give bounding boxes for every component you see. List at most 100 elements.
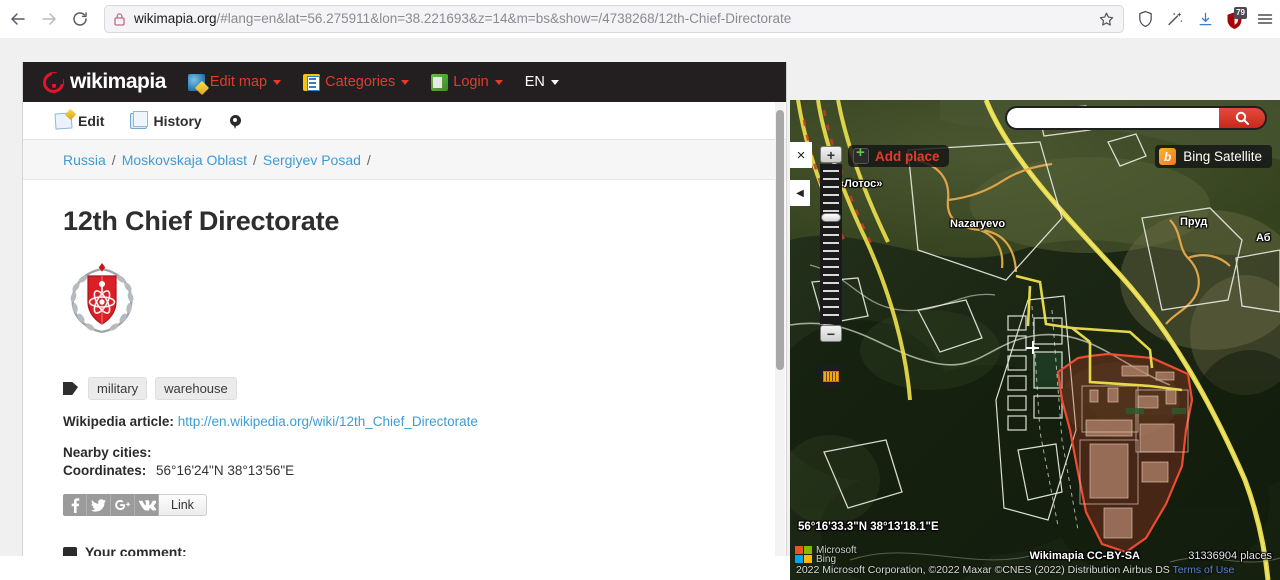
- browser-extension-icons: 79: [1130, 4, 1280, 34]
- breadcrumb-item-moskovskaja-oblast[interactable]: Moskovskaja Oblast: [122, 152, 247, 168]
- place-details: 12th Chief Directorate military warehous…: [23, 206, 786, 556]
- chevron-down-icon: [550, 79, 559, 85]
- breadcrumb: Russia / Moskovskaja Oblast / Sergiyev P…: [23, 140, 786, 180]
- chevron-down-icon: [494, 79, 503, 85]
- breadcrumb-item-russia[interactable]: Russia: [63, 152, 106, 168]
- chevron-down-icon: [273, 79, 282, 85]
- menu-icon[interactable]: [1250, 4, 1280, 34]
- back-button[interactable]: [6, 4, 31, 34]
- map-layer-label: Bing Satellite: [1183, 149, 1262, 164]
- site-header: wikimapia Edit map Categories Login EN: [23, 62, 786, 102]
- vk-share-button[interactable]: [135, 494, 159, 516]
- coordinates-value: 56°16'24"N 38°13'56"E: [156, 463, 295, 478]
- mouse-coordinates: 56°16'33.3"N 38°13'18.1"E: [798, 521, 939, 533]
- menu-categories-label: Categories: [325, 74, 396, 90]
- bing-logo-text: Microsoft Bing: [816, 546, 857, 565]
- wikipedia-link[interactable]: http://en.wikipedia.org/wiki/12th_Chief_…: [178, 414, 478, 429]
- bing-logo: Microsoft Bing: [795, 546, 857, 565]
- add-place-button[interactable]: Add place: [848, 145, 949, 167]
- map-crosshair-icon: [1026, 341, 1039, 354]
- link-button[interactable]: Link: [159, 494, 207, 516]
- menu-categories[interactable]: Categories: [303, 73, 410, 91]
- place-toolbar: Edit History: [23, 102, 786, 140]
- edit-map-icon: [187, 73, 205, 91]
- reload-button[interactable]: [67, 4, 92, 34]
- collapse-panel-button[interactable]: ◀: [790, 180, 810, 206]
- map-label-nazaryevo[interactable]: Nazaryevo: [950, 218, 1005, 230]
- facebook-share-button[interactable]: [63, 494, 87, 516]
- places-count: 31336904 places: [1188, 550, 1272, 562]
- tags-row: military warehouse: [63, 377, 746, 400]
- zoom-slider-track[interactable]: [820, 164, 842, 324]
- forward-button[interactable]: [37, 4, 62, 34]
- tag-icon: [63, 382, 78, 395]
- bing-icon: b: [1159, 148, 1177, 165]
- breadcrumb-item-sergiyev-posad[interactable]: Sergiyev Posad: [263, 152, 361, 168]
- comment-label-row: Your comment:: [63, 544, 746, 556]
- map-layer-button[interactable]: b Bing Satellite: [1155, 145, 1272, 168]
- bookmark-star-icon[interactable]: [1098, 11, 1115, 28]
- address-bar[interactable]: wikimapia.org/#lang=en&lat=56.275911&lon…: [104, 5, 1125, 33]
- microsoft-logo-icon: [795, 546, 812, 563]
- breadcrumb-separator: /: [252, 151, 257, 168]
- wikipedia-label: Wikipedia article:: [63, 414, 174, 429]
- url-path: /#lang=en&lat=56.275911&lon=38.221693&z=…: [216, 11, 792, 26]
- history-button-label: History: [153, 112, 202, 129]
- menu-edit-map-label: Edit map: [209, 74, 268, 90]
- map-attribution: Wikimapia CC-BY-SA: [1029, 550, 1140, 562]
- menu-edit-map[interactable]: Edit map: [187, 73, 282, 91]
- breadcrumb-separator: /: [366, 151, 371, 168]
- categories-icon: [303, 73, 321, 91]
- edit-icon: [54, 111, 73, 130]
- tag-chip-warehouse[interactable]: warehouse: [155, 377, 237, 400]
- menu-login[interactable]: Login: [431, 73, 503, 91]
- wikimapia-logo-text: wikimapia: [70, 70, 166, 93]
- add-place-label: Add place: [875, 148, 940, 164]
- zoom-out-button[interactable]: −: [820, 325, 842, 342]
- history-button[interactable]: History: [130, 110, 202, 129]
- map-search-bar[interactable]: [1005, 106, 1267, 130]
- breadcrumb-separator: /: [111, 151, 116, 168]
- map-label-lotos[interactable]: «Лотос»: [838, 178, 882, 190]
- zoom-in-button[interactable]: +: [820, 146, 842, 163]
- location-button[interactable]: [228, 115, 241, 129]
- wikimapia-logo[interactable]: wikimapia: [43, 70, 166, 94]
- twitter-share-button[interactable]: [87, 494, 111, 516]
- zoom-slider-handle[interactable]: [821, 213, 841, 222]
- edit-button[interactable]: Edit: [54, 111, 105, 130]
- search-button[interactable]: [1219, 108, 1265, 128]
- coordinates-row: Coordinates: 56°16'24"N 38°13'56"E: [63, 463, 746, 478]
- page-title: 12th Chief Directorate: [63, 206, 340, 236]
- map-label-prud[interactable]: Пруд: [1180, 216, 1207, 228]
- close-panel-button[interactable]: ×: [790, 142, 812, 168]
- menu-language[interactable]: EN: [525, 74, 559, 90]
- page-viewport: wikimapia Edit map Categories Login EN E…: [0, 38, 1280, 580]
- place-info-panel: wikimapia Edit map Categories Login EN E…: [22, 62, 787, 556]
- comment-icon: [63, 546, 77, 556]
- map-copyright: 2022 Microsoft Corporation, ©2022 Maxar …: [796, 564, 1234, 576]
- scrollbar-thumb[interactable]: [776, 110, 784, 370]
- download-icon[interactable]: [1190, 4, 1220, 34]
- ublock-icon[interactable]: 79: [1220, 4, 1250, 34]
- chevron-down-icon: [401, 79, 410, 85]
- shield-icon[interactable]: [1130, 4, 1160, 34]
- share-row: Link: [63, 494, 746, 516]
- map-label-ab[interactable]: Аб: [1256, 232, 1271, 244]
- googleplus-share-button[interactable]: [111, 494, 135, 516]
- wikimapia-logo-mark: [43, 71, 64, 93]
- terms-of-use-link[interactable]: Terms of Use: [1173, 564, 1235, 576]
- social-share-group: [63, 494, 159, 516]
- site-info-icon[interactable]: [113, 12, 126, 26]
- content-scrollbar[interactable]: [775, 102, 785, 556]
- tag-chip-military[interactable]: military: [88, 377, 148, 400]
- edit-button-label: Edit: [78, 112, 105, 129]
- url-text: wikimapia.org/#lang=en&lat=56.275911&lon…: [134, 6, 1092, 32]
- zoom-control[interactable]: + −: [820, 146, 842, 342]
- history-icon: [130, 110, 149, 129]
- coordinates-label: Coordinates:: [63, 463, 147, 478]
- map-canvas[interactable]: [790, 100, 1280, 580]
- measure-tool-icon[interactable]: [820, 365, 842, 387]
- sparkle-icon[interactable]: [1160, 4, 1190, 34]
- map-panel[interactable]: × ◀ + − Add place: [790, 100, 1280, 580]
- search-input[interactable]: [1007, 108, 1219, 128]
